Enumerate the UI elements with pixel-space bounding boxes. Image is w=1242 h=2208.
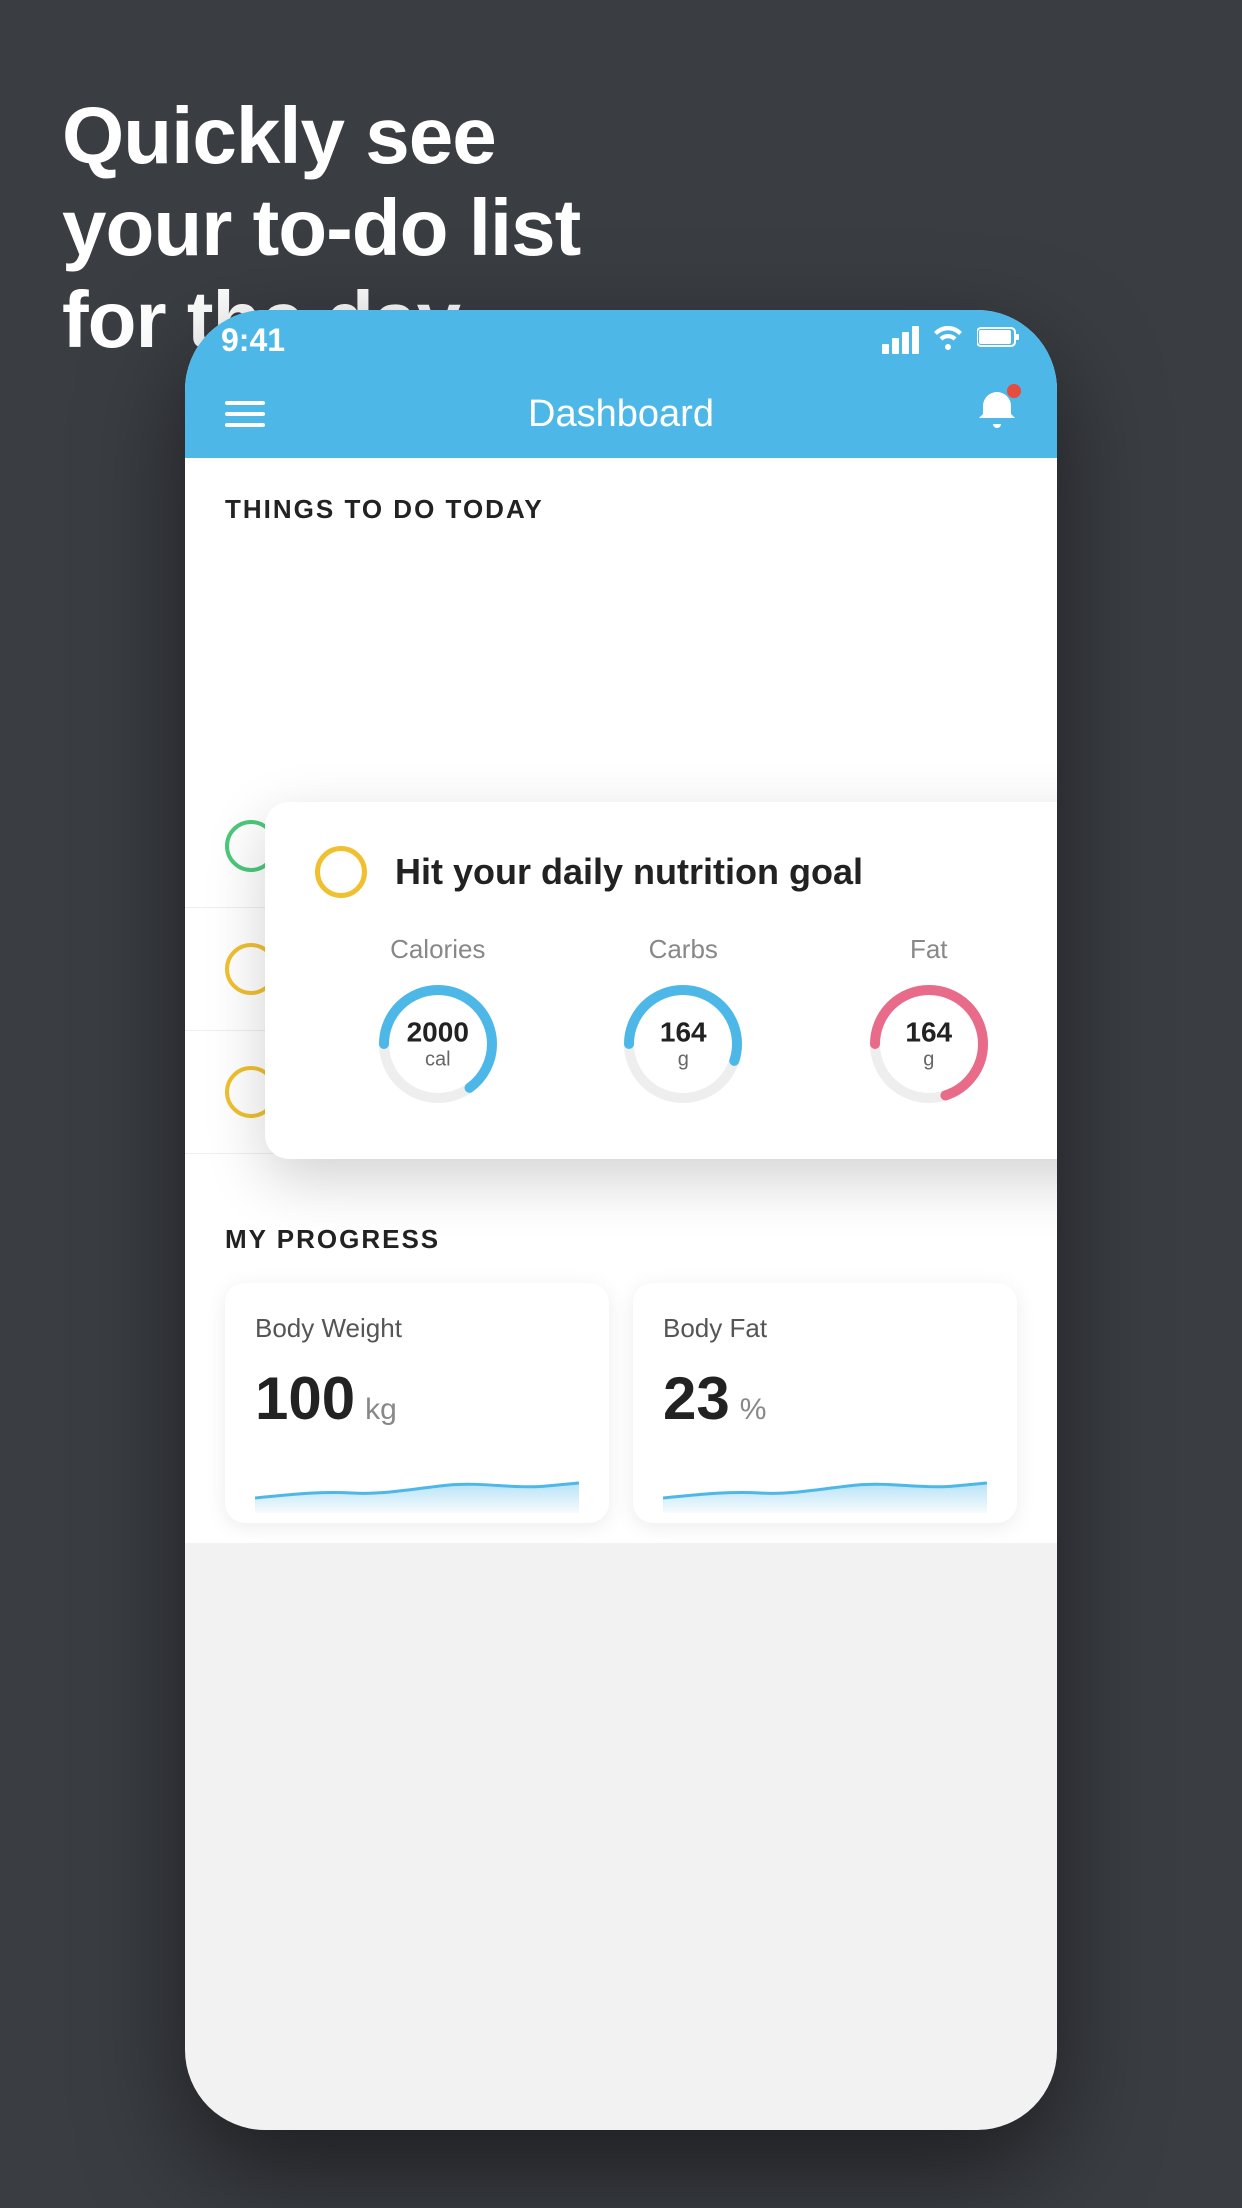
nutrition-item-calories: Calories 2000 cal <box>373 934 503 1109</box>
progress-card[interactable]: Body Weight 100 kg <box>225 1283 609 1523</box>
progress-section: MY PROGRESS Body Weight 100 kg Body Fat … <box>185 1184 1057 1543</box>
progress-card-title: Body Weight <box>255 1313 579 1344</box>
ring-unit: g <box>905 1048 952 1070</box>
nutrition-item-fat: Fat 164 g <box>864 934 994 1109</box>
nutrition-label: Fat <box>910 934 948 965</box>
nutrition-card-header: Hit your daily nutrition goal <box>315 846 1057 898</box>
progress-card-title: Body Fat <box>663 1313 987 1344</box>
nutrition-card-title: Hit your daily nutrition goal <box>395 851 863 893</box>
progress-cards: Body Weight 100 kg Body Fat 23 % <box>225 1283 1017 1523</box>
ring-value: 2000 <box>407 1018 469 1049</box>
progress-value: 23 <box>663 1364 730 1433</box>
progress-unit: % <box>740 1393 767 1427</box>
notification-dot <box>1007 384 1021 398</box>
status-bar: 9:41 <box>185 310 1057 370</box>
mini-chart <box>255 1453 579 1513</box>
status-time: 9:41 <box>221 322 285 359</box>
signal-icon <box>882 326 919 354</box>
nutrition-ring: 2000 cal <box>373 979 503 1109</box>
phone-mockup: 9:41 <box>185 310 1057 2130</box>
nutrition-label: Carbs <box>649 934 718 965</box>
progress-value-row: 100 kg <box>255 1364 579 1433</box>
ring-text: 164 g <box>905 1018 952 1071</box>
nutrition-item-carbs: Carbs 164 g <box>618 934 748 1109</box>
nutrition-card: Hit your daily nutrition goal Calories 2… <box>265 802 1057 1159</box>
ring-text: 2000 cal <box>407 1018 469 1071</box>
progress-unit: kg <box>365 1393 397 1427</box>
wifi-icon <box>931 324 965 357</box>
status-icons <box>882 324 1021 357</box>
ring-value: 164 <box>905 1018 952 1049</box>
ring-text: 164 g <box>660 1018 707 1071</box>
things-to-do-header: THINGS TO DO TODAY <box>185 458 1057 545</box>
progress-card[interactable]: Body Fat 23 % <box>633 1283 1017 1523</box>
ring-unit: cal <box>407 1048 469 1070</box>
things-to-do-title: THINGS TO DO TODAY <box>225 494 544 524</box>
nutrition-circles: Calories 2000 cal Carbs 164 g Fat <box>315 934 1057 1109</box>
nutrition-ring: 164 g <box>618 979 748 1109</box>
hamburger-menu[interactable] <box>225 401 265 427</box>
nav-bar: Dashboard <box>185 370 1057 458</box>
progress-value-row: 23 % <box>663 1364 987 1433</box>
mini-chart <box>663 1453 987 1513</box>
nutrition-check-circle[interactable] <box>315 846 367 898</box>
nutrition-ring: 164 g <box>864 979 994 1109</box>
content-area: THINGS TO DO TODAY Hit your daily nutrit… <box>185 458 1057 1543</box>
ring-value: 164 <box>660 1018 707 1049</box>
notification-bell-icon[interactable] <box>977 388 1017 440</box>
nutrition-label: Calories <box>390 934 485 965</box>
progress-value: 100 <box>255 1364 355 1433</box>
battery-icon <box>977 324 1021 356</box>
ring-unit: g <box>660 1048 707 1070</box>
progress-header: MY PROGRESS <box>225 1224 1017 1255</box>
nav-title: Dashboard <box>528 393 714 436</box>
